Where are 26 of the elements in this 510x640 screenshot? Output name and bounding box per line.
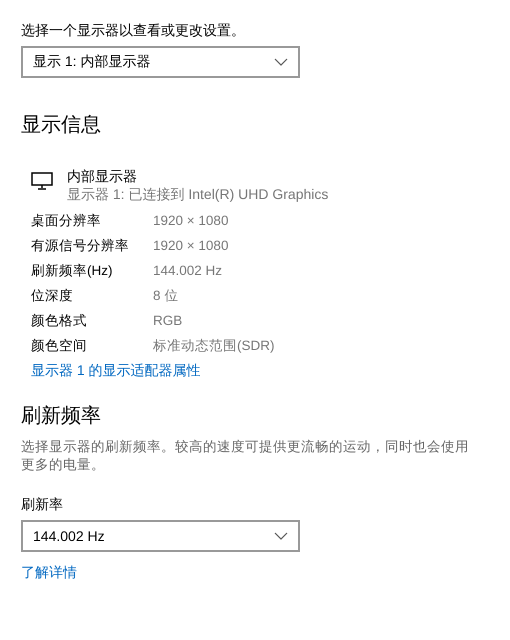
display-dropdown[interactable]: 显示 1: 内部显示器	[21, 46, 300, 78]
info-value: 1920 × 1080	[153, 212, 230, 230]
refresh-rate-label: 刷新率	[21, 495, 64, 514]
info-value: 1920 × 1080	[153, 237, 230, 255]
info-label: 桌面分辨率	[31, 212, 102, 230]
chevron-down-icon	[274, 58, 288, 66]
refresh-description: 选择显示器的刷新频率。较高的速度可提供更流畅的运动，同时也会使用更多的电量。	[21, 438, 470, 474]
info-value: RGB	[153, 312, 184, 330]
monitor-icon	[31, 172, 53, 190]
info-label: 位深度	[31, 287, 74, 305]
monitor-connection: 显示器 1: 已连接到 Intel(R) UHD Graphics	[67, 185, 328, 203]
section-heading: 显示信息	[21, 113, 102, 138]
info-label: 颜色格式	[31, 312, 88, 330]
refresh-rate-dropdown[interactable]: 144.002 Hz	[21, 520, 300, 552]
info-label: 有源信号分辨率	[31, 237, 130, 255]
info-value: 标准动态范围(SDR)	[153, 337, 276, 355]
info-label: 颜色空间	[31, 337, 88, 355]
monitor-name: 内部显示器	[67, 167, 138, 185]
info-value: 144.002 Hz	[153, 262, 224, 280]
info-label: 刷新频率(Hz)	[31, 262, 114, 280]
learn-more-link[interactable]: 了解详情	[21, 562, 77, 582]
adapter-properties-link[interactable]: 显示器 1 的显示适配器属性	[31, 360, 201, 380]
info-value: 8 位	[153, 287, 180, 305]
section-heading: 刷新频率	[21, 404, 102, 429]
chevron-down-icon	[274, 532, 288, 540]
select-display-label: 选择一个显示器以查看或更改设置。	[21, 21, 246, 40]
